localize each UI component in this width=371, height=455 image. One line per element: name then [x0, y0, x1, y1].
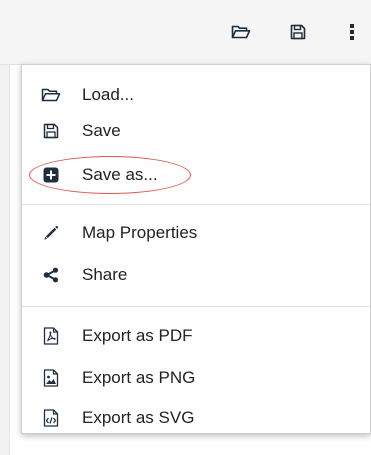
vertical-dots-icon	[350, 24, 354, 40]
menu-item-export-svg[interactable]: Export as SVG	[22, 400, 370, 436]
share-icon	[41, 265, 61, 285]
pdf-file-icon	[41, 326, 61, 346]
menu-item-label: Load...	[82, 85, 134, 104]
save-toolbar-button[interactable]	[285, 19, 311, 45]
plus-square-icon	[41, 165, 61, 185]
floppy-disk-icon	[41, 121, 61, 141]
menu-item-label: Save	[82, 121, 121, 140]
code-file-icon	[41, 408, 61, 428]
floppy-disk-icon	[290, 24, 306, 40]
menu-item-label: Export as PDF	[82, 326, 193, 345]
menu-item-share[interactable]: Share	[22, 257, 370, 293]
menu-item-save[interactable]: Save	[22, 113, 370, 149]
menu-item-save-as[interactable]: Save as...	[22, 157, 370, 193]
menu-item-export-pdf[interactable]: Export as PDF	[22, 318, 370, 354]
menu-item-label: Save as...	[82, 165, 158, 184]
load-toolbar-button[interactable]	[228, 19, 254, 45]
menu-item-load[interactable]: Load...	[22, 77, 370, 113]
image-file-icon	[41, 368, 61, 388]
menu-item-label: Export as SVG	[82, 408, 195, 427]
pencil-icon	[41, 223, 61, 243]
background-panel-edge	[0, 0, 10, 455]
menu-item-label: Share	[82, 265, 128, 284]
folder-open-icon	[41, 85, 61, 105]
menu-item-export-png[interactable]: Export as PNG	[22, 360, 370, 396]
menu-divider	[22, 306, 370, 307]
file-options-menu: Load... Save Save as... Map Properties S…	[21, 64, 371, 434]
more-options-button[interactable]	[339, 19, 365, 45]
folder-open-icon	[231, 25, 251, 39]
map-toolbar	[0, 0, 371, 65]
menu-item-label: Map Properties	[82, 223, 198, 242]
menu-item-label: Export as PNG	[82, 368, 196, 387]
menu-item-map-properties[interactable]: Map Properties	[22, 215, 370, 251]
menu-divider	[22, 204, 370, 205]
